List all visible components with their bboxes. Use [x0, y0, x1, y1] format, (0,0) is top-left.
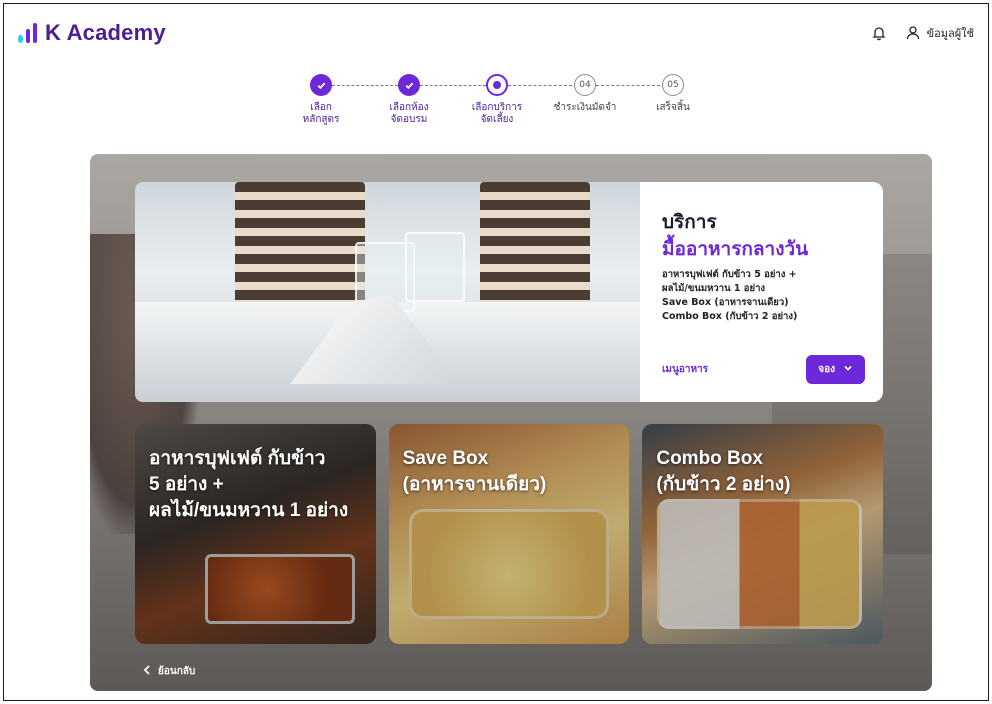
chevron-down-icon: [843, 363, 853, 376]
user-label: ข้อมูลผู้ใช้: [926, 27, 974, 40]
step-number: 04: [574, 74, 596, 96]
description-line: อาหารบุฟเฟต์ กับข้าว 5 อย่าง +: [662, 269, 797, 280]
step-label: เลือกห้อง จัดอบรม: [389, 102, 429, 125]
food-menu-link[interactable]: เมนูอาหาร: [662, 362, 708, 377]
meal-option-label: อาหารบุฟเฟต์ กับข้าว 5 อย่าง + ผลไม้/ขนม…: [149, 448, 349, 521]
meal-option-buffet[interactable]: อาหารบุฟเฟต์ กับข้าว 5 อย่าง + ผลไม้/ขนม…: [135, 424, 376, 644]
step-number: 05: [662, 74, 684, 96]
step-label: ชำระเงินมัดจำ: [553, 102, 617, 113]
bell-icon[interactable]: [871, 25, 887, 41]
step-2[interactable]: เลือกห้อง จัดอบรม: [374, 74, 444, 126]
step-label: เลือก หลักสูตร: [302, 102, 340, 125]
book-button[interactable]: จอง: [806, 355, 865, 384]
back-label: ย้อนกลับ: [158, 666, 196, 677]
description-line: Save Box (อาหารจานเดียว): [662, 297, 789, 308]
current-step-indicator: [486, 74, 508, 96]
book-button-label: จอง: [818, 364, 835, 375]
meal-option-combo-box[interactable]: Combo Box (กับข้าว 2 อย่าง): [642, 424, 884, 644]
service-description: อาหารบุฟเฟต์ กับข้าว 5 อย่าง + ผลไม้/ขนม…: [662, 268, 861, 324]
step-label: เสร็จสิ้น: [656, 102, 690, 113]
step-5[interactable]: 05 เสร็จสิ้น: [638, 74, 708, 114]
step-label: เลือกบริการ จัดเลี้ยง: [471, 102, 523, 125]
step-1[interactable]: เลือก หลักสูตร: [286, 74, 356, 126]
progress-stepper: เลือก หลักสูตร เลือกห้อง จัดอบรม เลือกบร…: [286, 74, 716, 144]
card-actions: เมนูอาหาร จอง: [662, 355, 865, 384]
step-3[interactable]: เลือกบริการ จัดเลี้ยง: [462, 74, 532, 126]
check-icon: [398, 74, 420, 96]
service-card: บริการ มื้ออาหารกลางวัน อาหารบุฟเฟต์ กับ…: [640, 182, 883, 402]
top-right-actions: ข้อมูลผู้ใช้: [871, 24, 974, 42]
chair-shape: [235, 182, 365, 312]
chair-shape: [480, 182, 590, 312]
meal-option-label: Combo Box (กับข้าว 2 อย่าง): [656, 448, 791, 495]
hero-section: บริการ มื้ออาหารกลางวัน อาหารบุฟเฟต์ กับ…: [90, 154, 932, 691]
description-line: ผลไม้/ขนมหวาน 1 อย่าง: [662, 283, 766, 294]
meal-option-save-box[interactable]: Save Box (อาหารจานเดียว): [388, 424, 630, 644]
logo[interactable]: K Academy: [18, 20, 166, 46]
service-subtitle: มื้ออาหารกลางวัน: [662, 238, 809, 260]
back-button[interactable]: ย้อนกลับ: [142, 664, 195, 679]
chevron-left-icon: [142, 664, 152, 679]
dining-table-photo: [135, 182, 640, 402]
user-menu[interactable]: ข้อมูลผู้ใช้: [905, 24, 974, 42]
check-icon: [310, 74, 332, 96]
step-4[interactable]: 04 ชำระเงินมัดจำ: [550, 74, 620, 114]
logo-icon: [18, 23, 37, 43]
app-window: K Academy ข้อมูลผู้ใช้ เลือก หลักสูตร เล…: [3, 3, 989, 701]
top-bar: K Academy ข้อมูลผู้ใช้: [4, 4, 988, 62]
glass-shape: [405, 232, 465, 302]
description-line: Combo Box (กับข้าว 2 อย่าง): [662, 311, 798, 322]
service-title: บริการ: [662, 211, 717, 233]
brand-name: K Academy: [45, 20, 166, 45]
user-icon: [905, 25, 921, 41]
meal-option-label: Save Box (อาหารจานเดียว): [402, 448, 547, 495]
meal-options: อาหารบุฟเฟต์ กับข้าว 5 อย่าง + ผลไม้/ขนม…: [135, 424, 884, 644]
